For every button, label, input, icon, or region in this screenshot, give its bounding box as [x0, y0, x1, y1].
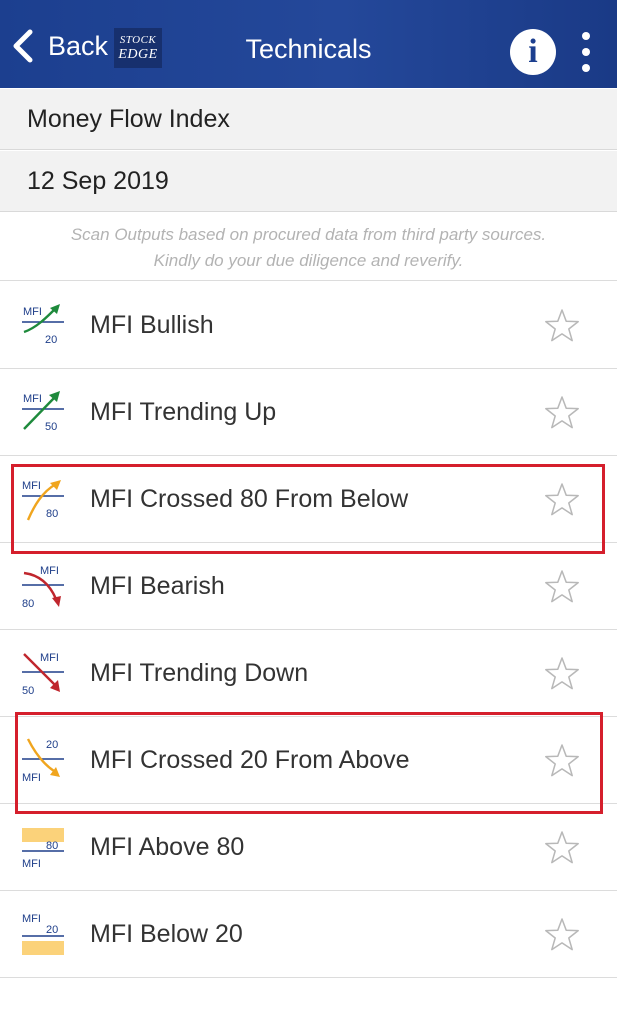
icon-text-bottom: MFI [22, 772, 41, 784]
icon-text-bottom: 80 [22, 598, 34, 610]
scan-date-header[interactable]: 12 Sep 2019 [0, 151, 617, 212]
back-button[interactable]: Back [10, 26, 108, 66]
bearish-arrow-icon: MFI 80 [22, 565, 64, 610]
logo-text-bottom: EDGE [118, 46, 158, 62]
stockedge-logo: STOCK EDGE [114, 28, 162, 68]
above-band-icon: 80 MFI [22, 828, 64, 870]
scan-row-mfi-bullish[interactable]: MFI 20 MFI Bullish [0, 282, 617, 369]
cross-above-arrow-icon: MFI 80 [22, 480, 64, 521]
scan-label: MFI Bearish [90, 572, 225, 600]
cross-below-arrow-icon: 20 MFI [22, 738, 64, 784]
scan-label: MFI Crossed 80 From Below [90, 485, 409, 513]
icon-text-top: MFI [40, 565, 59, 577]
star-icon[interactable] [543, 742, 581, 780]
scan-row-mfi-above-80[interactable]: 80 MFI MFI Above 80 [0, 804, 617, 891]
scan-row-mfi-crossed-20-from-above[interactable]: 20 MFI MFI Crossed 20 From Above [0, 717, 617, 804]
icon-text-top: MFI [22, 913, 41, 925]
icon-text-top: MFI [23, 393, 42, 405]
scan-label: MFI Above 80 [90, 833, 245, 861]
icon-text-bottom: MFI [22, 858, 41, 870]
star-icon[interactable] [543, 916, 581, 954]
scan-row-mfi-below-20[interactable]: MFI 20 MFI Below 20 [0, 891, 617, 978]
below-band-icon: MFI 20 [22, 913, 64, 955]
logo-text-top: STOCK [119, 33, 157, 46]
more-dot [582, 32, 590, 40]
star-icon[interactable] [543, 568, 581, 606]
disclaimer: Scan Outputs based on procured data from… [0, 213, 617, 281]
trending-down-arrow-icon: MFI 50 [22, 652, 64, 697]
scan-row-mfi-bearish[interactable]: MFI 80 MFI Bearish [0, 543, 617, 630]
star-icon[interactable] [543, 655, 581, 693]
info-icon[interactable]: i [510, 29, 556, 75]
disclaimer-line-2: Kindly do your due diligence and reverif… [153, 251, 464, 270]
scan-row-mfi-trending-down[interactable]: MFI 50 MFI Trending Down [0, 630, 617, 717]
scan-label: MFI Trending Up [90, 398, 277, 426]
trending-up-arrow-icon: MFI 50 [22, 391, 64, 433]
back-label: Back [48, 30, 109, 61]
icon-text-top: 80 [46, 840, 58, 852]
info-glyph: i [528, 33, 538, 70]
scan-list: MFI 20 MFI Bullish MFI 50 MFI Trending U… [0, 282, 617, 978]
scan-row-mfi-crossed-80-from-below[interactable]: MFI 80 MFI Crossed 80 From Below [0, 456, 617, 543]
scan-row-mfi-trending-up[interactable]: MFI 50 MFI Trending Up [0, 369, 617, 456]
scan-label: MFI Bullish [90, 311, 214, 339]
chevron-left-icon [10, 26, 46, 66]
scan-label: MFI Below 20 [90, 920, 243, 948]
bullish-arrow-icon: MFI 20 [22, 304, 64, 346]
icon-text-bottom: 20 [45, 334, 57, 346]
icon-text-bottom: 20 [46, 924, 58, 936]
more-dot [582, 48, 590, 56]
more-dot [582, 64, 590, 72]
icon-text-top: 20 [46, 739, 58, 751]
scan-label: MFI Trending Down [90, 659, 309, 687]
scan-label: MFI Crossed 20 From Above [90, 746, 410, 774]
indicator-name-header: Money Flow Index [0, 89, 617, 150]
icon-text-bottom: 50 [22, 685, 34, 697]
more-vertical-icon[interactable] [574, 32, 598, 72]
icon-text-top: MFI [22, 480, 41, 492]
star-icon[interactable] [543, 829, 581, 867]
icon-text-bottom: 80 [46, 508, 58, 520]
disclaimer-line-1: Scan Outputs based on procured data from… [70, 225, 547, 244]
icon-text-bottom: 50 [45, 421, 57, 433]
icon-text-top: MFI [40, 652, 59, 664]
star-icon[interactable] [543, 307, 581, 345]
nav-bar: Back STOCK EDGE Technicals i [0, 0, 617, 88]
star-icon[interactable] [543, 394, 581, 432]
icon-text-top: MFI [23, 306, 42, 318]
star-icon[interactable] [543, 481, 581, 519]
